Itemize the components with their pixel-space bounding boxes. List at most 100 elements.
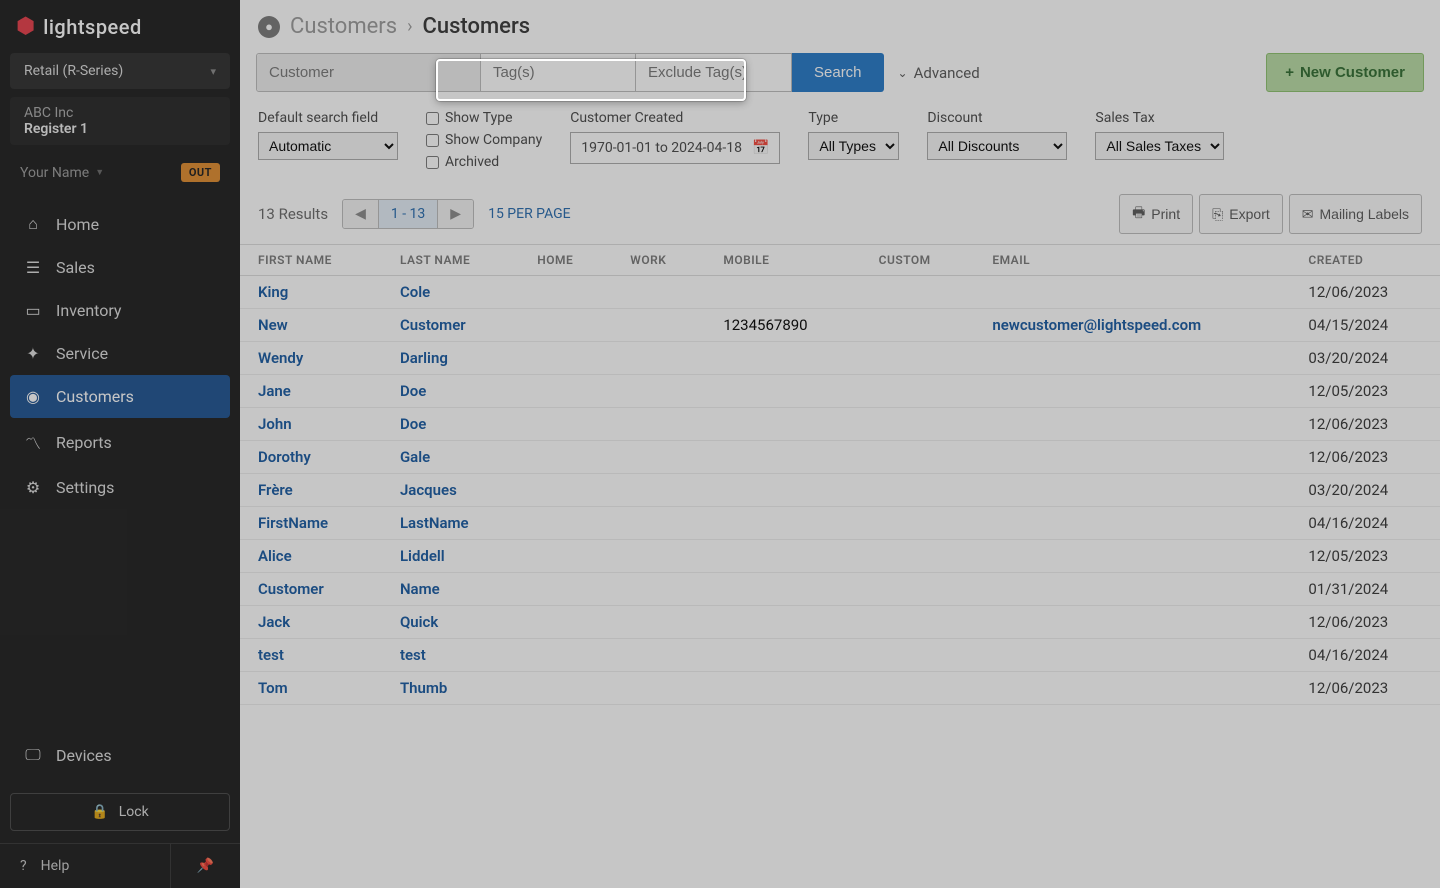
table-cell-last[interactable]: Customer [382, 309, 519, 342]
table-cell-first[interactable]: test [240, 639, 382, 672]
nav-reports[interactable]: 〽Reports [10, 418, 230, 466]
nav-customers[interactable]: ◉Customers [10, 375, 230, 418]
exclude-tags-input[interactable] [636, 54, 791, 91]
wrench-icon: ✦ [24, 344, 42, 363]
filter-label: Sales Tax [1095, 110, 1224, 126]
default-field-select[interactable]: Automatic [258, 132, 398, 160]
help-button[interactable]: ? Help [0, 844, 170, 888]
date-range-input[interactable]: 1970-01-01 to 2024-04-18 📅 [570, 132, 780, 164]
table-cell-email [974, 573, 1290, 606]
pager-range: 1 - 13 [379, 200, 438, 228]
table-cell-custom [861, 672, 975, 705]
table-cell-last[interactable]: Quick [382, 606, 519, 639]
customer-search-input[interactable] [257, 54, 481, 91]
table-cell-first[interactable]: FirstName [240, 507, 382, 540]
table-cell-first[interactable]: Jack [240, 606, 382, 639]
table-cell-first[interactable]: John [240, 408, 382, 441]
retail-selector[interactable]: Retail (R-Series) ▾ [10, 53, 230, 89]
pager-prev-button[interactable]: ◀ [343, 200, 379, 228]
table-cell-mobile [705, 573, 860, 606]
table-cell-work [612, 474, 705, 507]
table-header[interactable]: CUSTOM [861, 245, 975, 276]
table-cell-last[interactable]: Gale [382, 441, 519, 474]
user-menu[interactable]: Your Name ▼ [20, 165, 104, 181]
table-cell-last[interactable]: test [382, 639, 519, 672]
mailing-labels-button[interactable]: ✉Mailing Labels [1289, 194, 1422, 234]
table-cell-first[interactable]: Customer [240, 573, 382, 606]
new-customer-button[interactable]: + New Customer [1266, 53, 1424, 92]
table-header[interactable]: HOME [519, 245, 612, 276]
table-cell-last[interactable]: Liddell [382, 540, 519, 573]
nav-inventory[interactable]: ▭Inventory [10, 289, 230, 332]
table-cell-work [612, 573, 705, 606]
table-cell-email[interactable]: newcustomer@lightspeed.com [974, 309, 1290, 342]
table-row: NewCustomer1234567890newcustomer@lightsp… [240, 309, 1440, 342]
table-cell-first[interactable]: New [240, 309, 382, 342]
table-cell-last[interactable]: Doe [382, 375, 519, 408]
search-button[interactable]: Search [792, 53, 884, 92]
show-company-checkbox[interactable]: Show Company [426, 132, 542, 148]
table-cell-first[interactable]: King [240, 276, 382, 309]
table-cell-mobile [705, 474, 860, 507]
print-button[interactable]: 🖶Print [1119, 194, 1193, 234]
table-cell-home [519, 474, 612, 507]
table-header[interactable]: CREATED [1290, 245, 1440, 276]
table-cell-last[interactable]: Doe [382, 408, 519, 441]
table-cell-first[interactable]: Frère [240, 474, 382, 507]
filter-customer-created: Customer Created 1970-01-01 to 2024-04-1… [570, 110, 780, 164]
table-cell-last[interactable]: Thumb [382, 672, 519, 705]
table-cell-first[interactable]: Alice [240, 540, 382, 573]
table-cell-email [974, 606, 1290, 639]
table-cell-first[interactable]: Tom [240, 672, 382, 705]
breadcrumb-parent[interactable]: Customers [290, 14, 397, 39]
salestax-select[interactable]: All Sales Taxes [1095, 132, 1224, 160]
per-page-selector[interactable]: 15 PER PAGE [488, 206, 571, 222]
table-cell-created: 01/31/2024 [1290, 573, 1440, 606]
table-header[interactable]: FIRST NAME [240, 245, 382, 276]
table-header[interactable]: MOBILE [705, 245, 860, 276]
table-cell-last[interactable]: Cole [382, 276, 519, 309]
calendar-icon: 📅 [752, 140, 769, 156]
table-cell-created: 03/20/2024 [1290, 474, 1440, 507]
table-cell-mobile [705, 408, 860, 441]
advanced-label: Advanced [914, 64, 980, 82]
table-cell-created: 04/15/2024 [1290, 309, 1440, 342]
company-box[interactable]: ABC Inc Register 1 [10, 97, 230, 145]
discount-select[interactable]: All Discounts [927, 132, 1067, 160]
table-cell-last[interactable]: Name [382, 573, 519, 606]
type-select[interactable]: All Types [808, 132, 899, 160]
table-cell-first[interactable]: Wendy [240, 342, 382, 375]
nav-settings[interactable]: ⚙Settings [10, 466, 230, 509]
pin-button[interactable]: 📌 [170, 844, 240, 888]
table-cell-custom [861, 540, 975, 573]
table-cell-first[interactable]: Jane [240, 375, 382, 408]
user-icon: ◉ [24, 387, 42, 406]
show-type-checkbox[interactable]: Show Type [426, 110, 542, 126]
nav-sales[interactable]: ☰Sales [10, 246, 230, 289]
breadcrumb: ● Customers › Customers [240, 0, 1440, 53]
tags-input[interactable] [481, 54, 636, 91]
table-cell-home [519, 342, 612, 375]
table-cell-created: 12/06/2023 [1290, 672, 1440, 705]
archived-checkbox[interactable]: Archived [426, 154, 542, 170]
pager-next-button[interactable]: ▶ [438, 200, 473, 228]
advanced-toggle[interactable]: ⌄ Advanced [884, 53, 994, 92]
nav-devices[interactable]: 🖵Devices [10, 733, 230, 777]
table-header[interactable]: WORK [612, 245, 705, 276]
nav-home[interactable]: ⌂Home [10, 202, 230, 246]
export-button[interactable]: ⎘Export [1199, 194, 1283, 234]
status-badge[interactable]: OUT [181, 163, 220, 182]
table-row: FrèreJacques 03/20/2024 [240, 474, 1440, 507]
lock-button[interactable]: 🔒 Lock [10, 793, 230, 831]
table-cell-first[interactable]: Dorothy [240, 441, 382, 474]
table-cell-work [612, 540, 705, 573]
table-header[interactable]: LAST NAME [382, 245, 519, 276]
table-cell-home [519, 408, 612, 441]
table-cell-last[interactable]: Jacques [382, 474, 519, 507]
table-cell-created: 12/06/2023 [1290, 276, 1440, 309]
table-cell-email [974, 441, 1290, 474]
table-header[interactable]: EMAIL [974, 245, 1290, 276]
table-cell-last[interactable]: Darling [382, 342, 519, 375]
nav-service[interactable]: ✦Service [10, 332, 230, 375]
table-cell-last[interactable]: LastName [382, 507, 519, 540]
